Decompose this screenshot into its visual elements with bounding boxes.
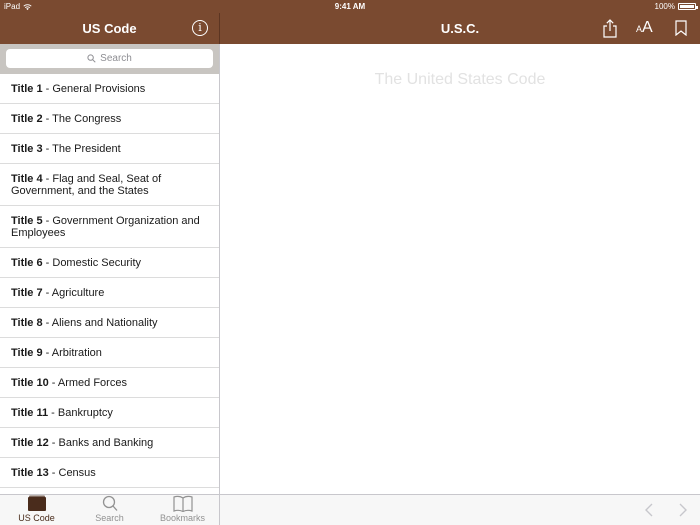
title-name: - The President [42,142,121,155]
title-number: Title 4 [11,172,43,185]
title-number: Title 9 [11,346,43,359]
title-row[interactable]: Title 9 - Arbitration [0,338,219,368]
master-title: US Code [82,21,137,36]
content-title: The United States Code [374,71,546,88]
title-row[interactable]: Title 7 - Agriculture [0,278,219,308]
bookmark-icon[interactable] [675,20,687,36]
title-number: Title 6 [11,256,43,269]
search-bar: Search [0,44,219,74]
title-list: Title 1 - General Provisions Title 2 - T… [0,74,219,488]
search-placeholder: Search [100,53,132,64]
title-number: Title 13 [11,466,49,479]
search-icon [102,495,117,511]
title-number: Title 11 [11,406,49,419]
title-number: Title 7 [11,286,43,299]
title-row[interactable]: Title 1 - General Provisions [0,74,219,104]
us-code-icon [27,495,46,511]
title-name: - The Congress [42,112,122,125]
title-number: Title 8 [11,316,43,329]
title-row[interactable]: Title 11 - Bankruptcy [0,398,219,428]
chevron-right-icon[interactable] [678,502,688,518]
info-button[interactable]: i [192,20,208,36]
battery-icon [678,3,698,10]
magnifier-icon [87,54,96,63]
tab-search[interactable]: Search [73,495,146,525]
title-number: Title 10 [11,376,49,389]
chevron-left-icon[interactable] [644,502,654,518]
title-row[interactable]: Title 3 - The President [0,134,219,164]
title-number: Title 5 [11,214,43,227]
title-row[interactable]: Title 8 - Aliens and Nationality [0,308,219,338]
title-name: - Census [48,466,96,479]
bottom-toolbar [220,494,700,525]
title-number: Title 3 [11,142,43,155]
info-icon: i [198,21,202,34]
font-size-button[interactable]: AA [636,18,658,38]
tab-bookmarks[interactable]: Bookmarks [146,495,219,525]
title-row[interactable]: Title 10 - Armed Forces [0,368,219,398]
title-name: - General Provisions [42,82,146,95]
title-name: - Bankruptcy [48,406,113,419]
bookmarks-icon [172,495,193,512]
tab-label: Search [95,513,124,523]
font-size-large-label: A [642,19,653,36]
title-row[interactable]: Title 4 - Flag and Seal, Seat of Governm… [0,164,219,206]
title-name: - Arbitration [42,346,102,359]
status-right: 100% [654,2,698,11]
search-input[interactable]: Search [6,49,213,68]
status-time: 9:41 AM [334,2,366,11]
detail-title: U.S.C. [440,21,480,36]
content-pane: The United States Code [220,44,700,494]
title-number: Title 2 [11,112,43,125]
title-name: - Armed Forces [48,376,127,389]
status-bar: iPad 9:41 AM 100% [0,0,700,13]
tab-bar: US Code Search Bookmarks [0,494,219,525]
title-row[interactable]: Title 2 - The Congress [0,104,219,134]
master-nav-bar: US Code i [0,13,219,44]
title-row[interactable]: Title 5 - Government Organization and Em… [0,206,219,248]
title-number: Title 1 [11,82,43,95]
detail-nav-bar: U.S.C. AA [220,13,700,44]
share-icon[interactable] [602,19,618,38]
title-name: - Aliens and Nationality [42,316,158,329]
title-row[interactable]: Title 13 - Census [0,458,219,488]
battery-percent: 100% [654,2,675,11]
title-name: - Agriculture [42,286,105,299]
title-name: - Banks and Banking [48,436,154,449]
tab-us-code[interactable]: US Code [0,495,73,525]
titles-pane: Search Title 1 - General Provisions Titl… [0,44,219,494]
title-row[interactable]: Title 6 - Domestic Security [0,248,219,278]
tab-label: US Code [18,513,55,523]
title-row[interactable]: Title 12 - Banks and Banking [0,428,219,458]
title-name: - Domestic Security [42,256,142,269]
tab-label: Bookmarks [159,513,205,523]
title-number: Title 12 [11,436,49,449]
